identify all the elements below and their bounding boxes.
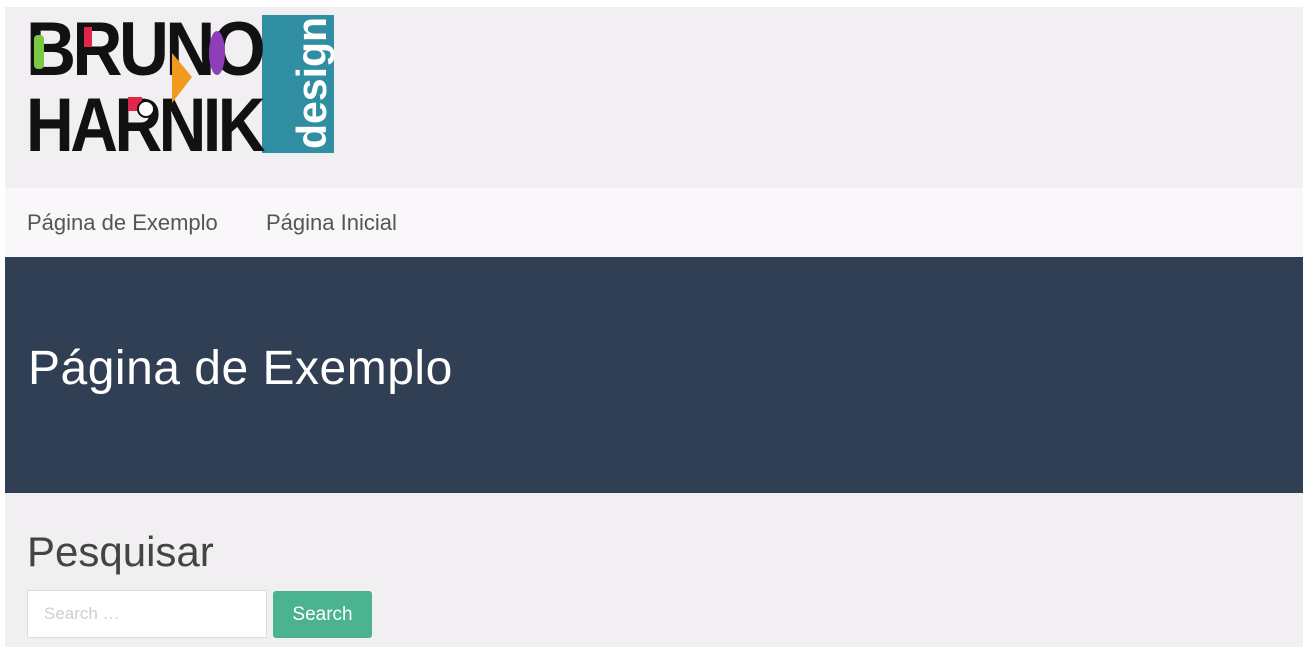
page-title: Página de Exemplo (28, 342, 453, 395)
nav-item-pagina-inicial[interactable]: Página Inicial (266, 210, 397, 236)
logo-graphic: BRUNO HARNIK design (26, 7, 335, 168)
search-button[interactable]: Search (273, 591, 372, 638)
nav-item-pagina-de-exemplo[interactable]: Página de Exemplo (27, 210, 218, 236)
site-header: BRUNO HARNIK design (5, 7, 1303, 187)
main-navigation: Página de Exemplo Página Inicial (5, 188, 1303, 257)
logo-tagline: design (288, 17, 334, 149)
logo-name-line2: HARNIK (26, 83, 266, 153)
search-widget-title: Pesquisar (27, 528, 214, 575)
site-logo[interactable]: BRUNO HARNIK design (26, 7, 335, 168)
page: BRUNO HARNIK design Página de Exemplo Pá… (5, 7, 1303, 647)
search-input[interactable] (27, 590, 267, 638)
logo-name-line1: BRUNO (26, 13, 263, 92)
page-hero: Página de Exemplo (5, 257, 1303, 493)
